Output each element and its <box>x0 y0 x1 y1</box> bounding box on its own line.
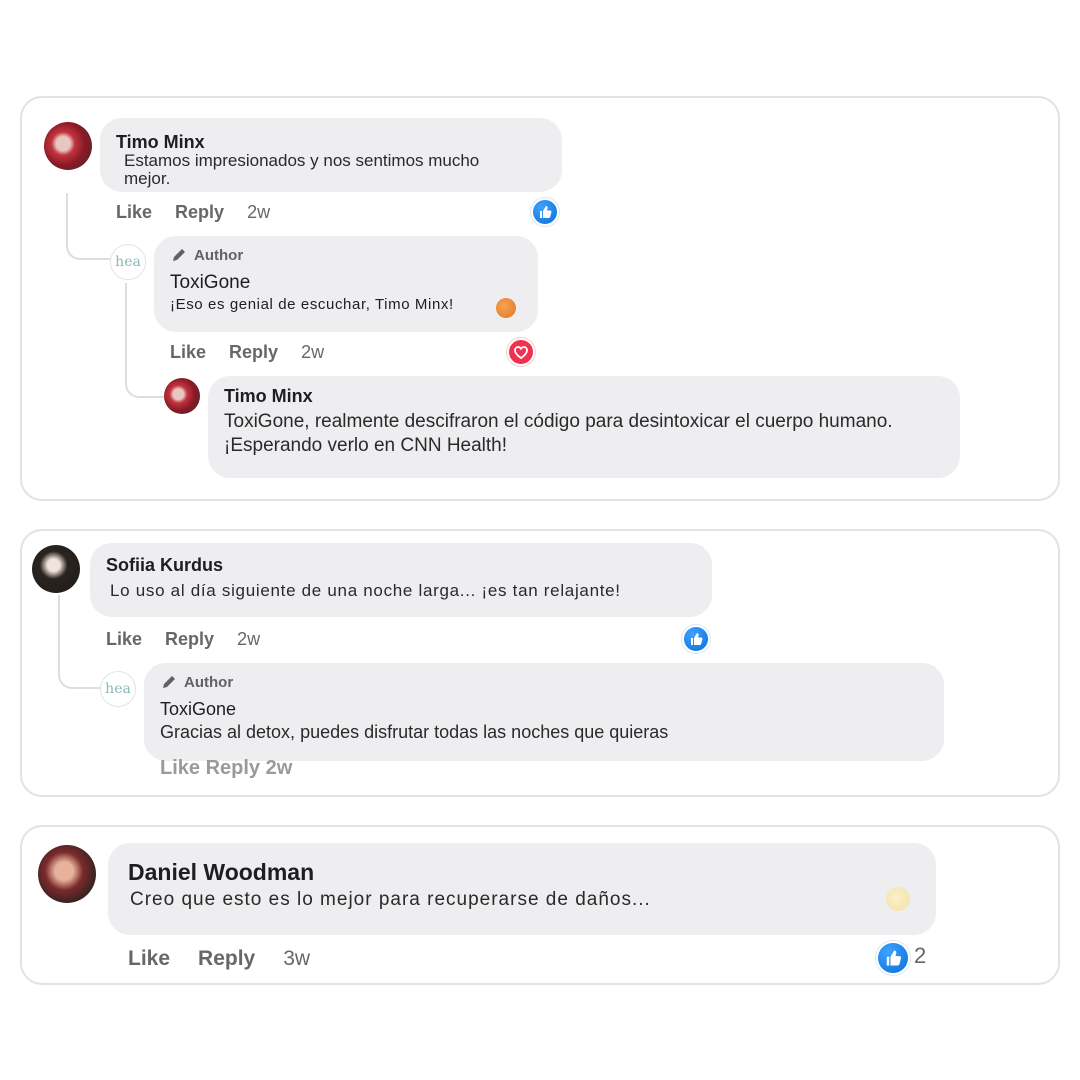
author-tag: Author <box>170 246 243 264</box>
like-link[interactable]: Like <box>106 629 142 650</box>
comment-actions: Like Reply 3w <box>128 947 310 971</box>
love-reaction-icon[interactable] <box>507 338 535 366</box>
reply-bubble: Author ToxiGone Gracias al detox, puedes… <box>144 663 944 761</box>
like-link[interactable]: Like <box>170 342 206 363</box>
pencil-icon <box>173 249 185 261</box>
reply-link[interactable]: Reply <box>229 342 278 363</box>
like-link[interactable]: Like <box>116 202 152 223</box>
reply-link[interactable]: Reply <box>175 202 224 223</box>
avatar[interactable] <box>32 545 80 593</box>
reply-text: Gracias al detox, puedes disfrutar todas… <box>160 722 669 742</box>
avatar[interactable] <box>38 845 96 903</box>
timestamp: 2w <box>247 202 271 222</box>
comment-text: ToxiGone, realmente descifraron el códig… <box>224 411 893 456</box>
like-reaction-icon[interactable] <box>682 625 710 653</box>
reply-link[interactable]: Reply <box>198 947 255 971</box>
avatar[interactable] <box>44 122 92 170</box>
comment-text: Creo que esto es lo mejor para recuperar… <box>130 889 651 910</box>
commenter-name[interactable]: Timo Minx <box>224 386 313 407</box>
like-count[interactable]: 2 <box>914 943 926 969</box>
like-link[interactable]: Like <box>128 947 170 971</box>
reply-actions: Like Reply 2w <box>170 342 324 363</box>
author-tag-label: Author <box>184 673 234 691</box>
comment-actions: Like Reply 2w <box>106 629 260 650</box>
comment-bubble: Daniel Woodman Creo que esto es lo mejor… <box>108 843 936 935</box>
like-reaction-icon[interactable] <box>876 941 910 975</box>
timestamp: 3w <box>283 947 311 970</box>
commenter-name[interactable]: Daniel Woodman <box>128 859 314 886</box>
avatar[interactable] <box>164 378 200 414</box>
like-reaction-icon[interactable] <box>531 198 559 226</box>
brand-logo[interactable]: hea <box>100 671 136 707</box>
reply-actions[interactable]: Like Reply 2w <box>160 757 292 780</box>
timestamp: 2w <box>237 629 261 649</box>
reply-bubble: Author ToxiGone ¡Eso es genial de escuch… <box>154 236 538 332</box>
peach-emoji-icon <box>496 298 516 318</box>
comment-thread-card-1: Timo Minx Estamos impresionados y nos se… <box>20 96 1060 501</box>
reply-author-name[interactable]: ToxiGone <box>170 272 250 294</box>
reply-link[interactable]: Reply <box>165 629 214 650</box>
thread-connector <box>66 193 116 260</box>
hands-emoji-icon <box>886 887 910 911</box>
comment-bubble: Sofiia Kurdus Lo uso al día siguiente de… <box>90 543 712 617</box>
comment-actions: Like Reply 2w <box>116 202 270 223</box>
comment-text: Estamos impresionados y nos sentimos muc… <box>124 151 480 188</box>
comment-thread-card-2: Sofiia Kurdus Lo uso al día siguiente de… <box>20 529 1060 797</box>
author-tag: Author <box>160 673 233 691</box>
pencil-icon <box>163 676 175 688</box>
comment-bubble: Timo Minx Estamos impresionados y nos se… <box>100 118 562 192</box>
commenter-name[interactable]: Sofiia Kurdus <box>106 555 223 576</box>
reply-text: ¡Eso es genial de escuchar, Timo Minx! <box>170 296 454 313</box>
sub-reply-bubble: Timo Minx ToxiGone, realmente descifraro… <box>208 376 960 478</box>
comment-thread-card-3: Daniel Woodman Creo que esto es lo mejor… <box>20 825 1060 985</box>
author-tag-label: Author <box>194 246 244 264</box>
commenter-name[interactable]: Timo Minx <box>116 132 205 153</box>
comment-text: Lo uso al día siguiente de una noche lar… <box>110 581 621 600</box>
timestamp: 2w <box>301 342 325 362</box>
brand-logo[interactable]: hea <box>110 244 146 280</box>
reply-author-name[interactable]: ToxiGone <box>160 699 236 720</box>
